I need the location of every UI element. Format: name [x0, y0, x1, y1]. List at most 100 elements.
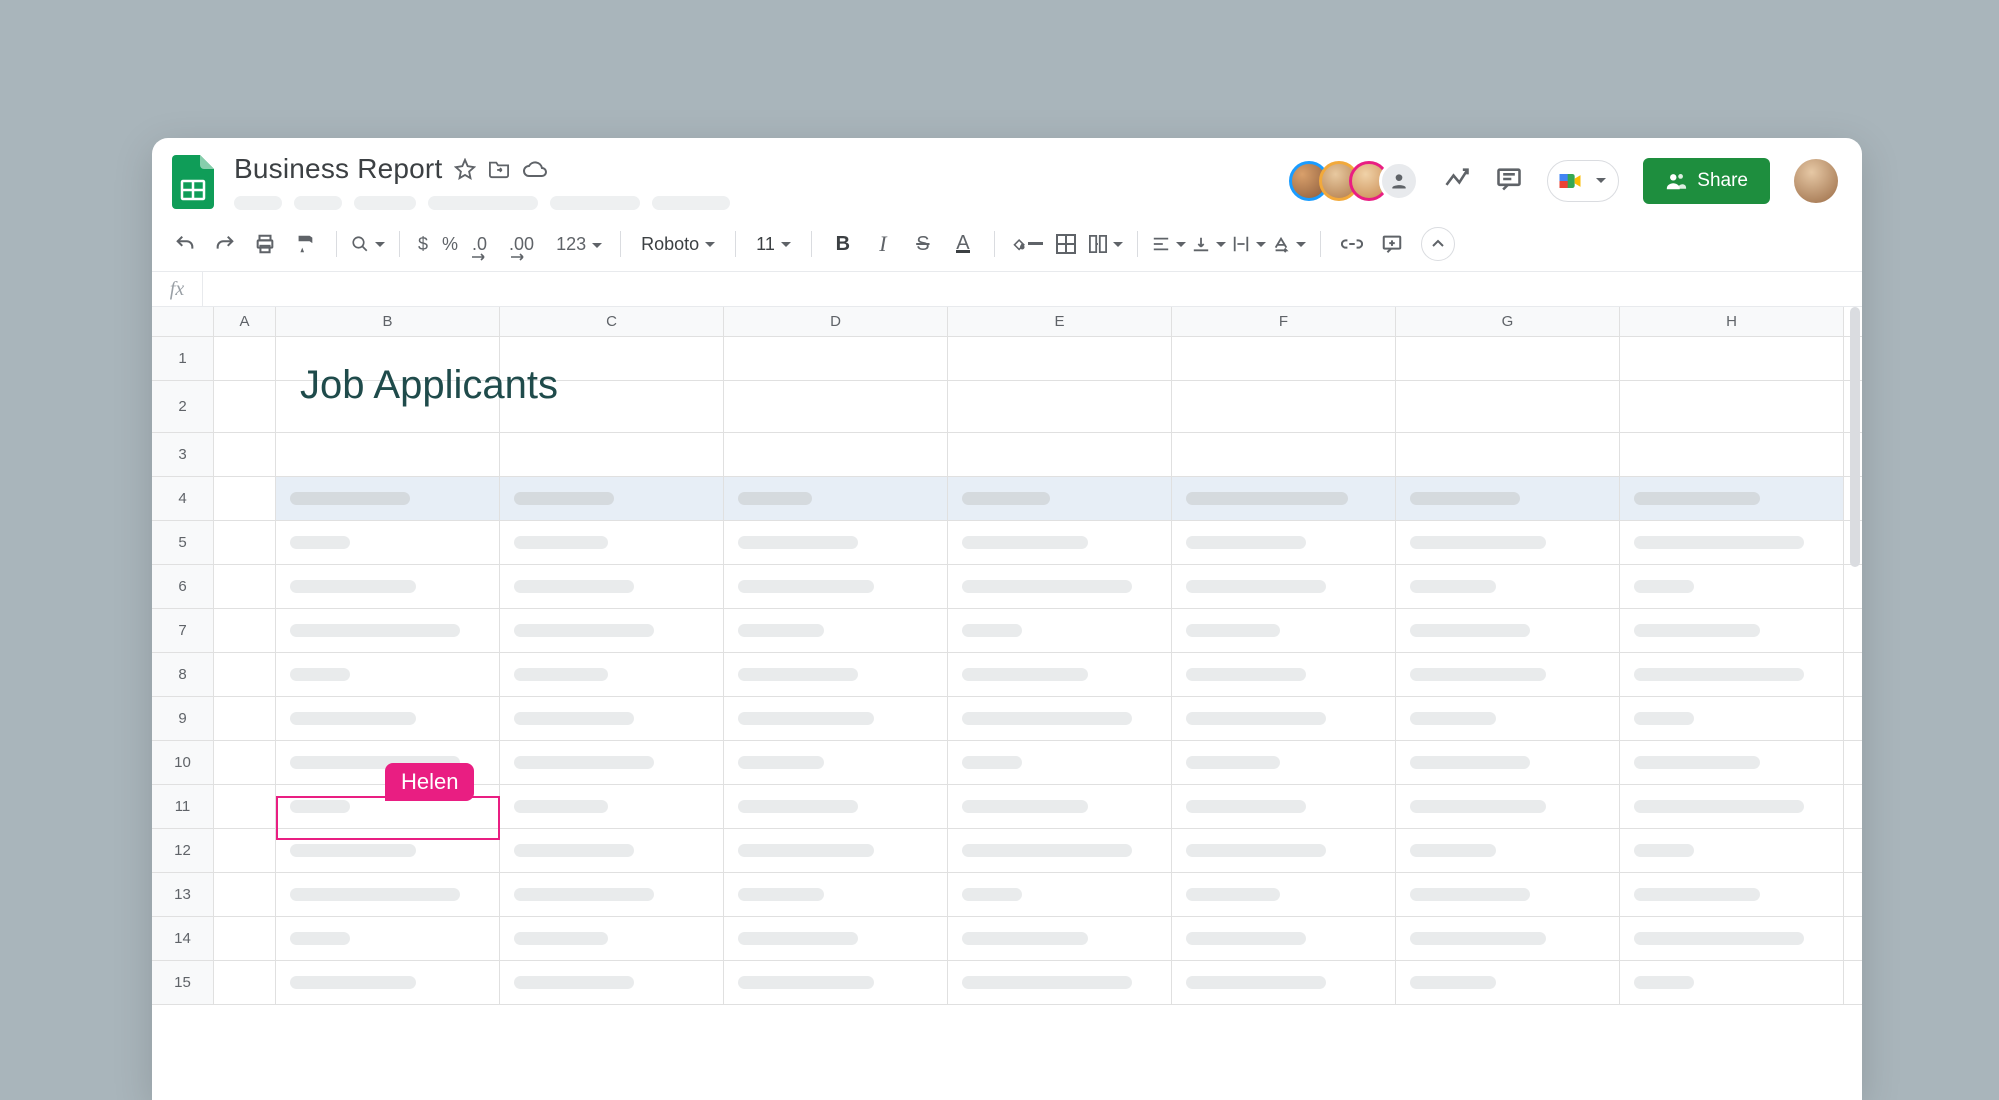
- cell[interactable]: [276, 961, 500, 1004]
- cell[interactable]: [1396, 381, 1620, 432]
- grid-row[interactable]: 15: [152, 961, 1862, 1005]
- cell[interactable]: [1172, 337, 1396, 380]
- decrease-decimal-button[interactable]: .0: [468, 234, 491, 255]
- menu-item[interactable]: [550, 196, 640, 210]
- cell[interactable]: [1396, 653, 1620, 696]
- activity-icon[interactable]: [1443, 165, 1471, 198]
- cell[interactable]: [214, 609, 276, 652]
- cell[interactable]: [948, 917, 1172, 960]
- currency-format-button[interactable]: $: [414, 234, 432, 255]
- cell[interactable]: [1396, 477, 1620, 520]
- cell[interactable]: [1620, 477, 1844, 520]
- text-wrap-button[interactable]: [1232, 227, 1266, 261]
- row-header[interactable]: 12: [152, 829, 214, 872]
- grid-row[interactable]: 7: [152, 609, 1862, 653]
- cell[interactable]: [214, 829, 276, 872]
- cell[interactable]: [1172, 381, 1396, 432]
- row-header[interactable]: 9: [152, 697, 214, 740]
- grid-row[interactable]: 12: [152, 829, 1862, 873]
- grid-row[interactable]: 10: [152, 741, 1862, 785]
- cell[interactable]: [276, 565, 500, 608]
- cell[interactable]: [214, 785, 276, 828]
- number-format-button[interactable]: 123: [552, 234, 606, 255]
- cell[interactable]: [1620, 873, 1844, 916]
- cell[interactable]: [724, 785, 948, 828]
- cell[interactable]: [948, 433, 1172, 476]
- cell[interactable]: [214, 337, 276, 380]
- column-header[interactable]: F: [1172, 307, 1396, 336]
- cell[interactable]: [724, 433, 948, 476]
- cell[interactable]: [500, 785, 724, 828]
- cell[interactable]: [276, 521, 500, 564]
- cell[interactable]: [948, 337, 1172, 380]
- select-all-corner[interactable]: [152, 307, 214, 336]
- cell[interactable]: [948, 785, 1172, 828]
- cell[interactable]: [214, 653, 276, 696]
- profile-avatar[interactable]: [1794, 159, 1838, 203]
- cell[interactable]: [276, 917, 500, 960]
- cell[interactable]: [500, 917, 724, 960]
- cell[interactable]: [276, 433, 500, 476]
- column-header[interactable]: B: [276, 307, 500, 336]
- row-header[interactable]: 11: [152, 785, 214, 828]
- column-header[interactable]: H: [1620, 307, 1844, 336]
- row-header[interactable]: 3: [152, 433, 214, 476]
- cell[interactable]: [948, 609, 1172, 652]
- menu-bar[interactable]: [234, 186, 1271, 210]
- cell[interactable]: [1396, 609, 1620, 652]
- cell[interactable]: [948, 381, 1172, 432]
- cell[interactable]: [1396, 741, 1620, 784]
- cell[interactable]: [214, 741, 276, 784]
- cell[interactable]: [724, 337, 948, 380]
- collaborator-avatars[interactable]: [1289, 161, 1419, 201]
- collapse-toolbar-button[interactable]: [1421, 227, 1455, 261]
- row-header[interactable]: 1: [152, 337, 214, 380]
- cell[interactable]: [1172, 785, 1396, 828]
- cell[interactable]: [948, 653, 1172, 696]
- italic-button[interactable]: I: [866, 227, 900, 261]
- cell[interactable]: [1620, 337, 1844, 380]
- zoom-button[interactable]: [351, 227, 385, 261]
- cell[interactable]: [724, 609, 948, 652]
- cell[interactable]: [724, 961, 948, 1004]
- cell[interactable]: [214, 873, 276, 916]
- menu-item[interactable]: [428, 196, 538, 210]
- fill-color-button[interactable]: [1009, 227, 1043, 261]
- cell[interactable]: [1620, 697, 1844, 740]
- cloud-saved-icon[interactable]: [522, 159, 548, 179]
- cell[interactable]: [948, 477, 1172, 520]
- strikethrough-button[interactable]: S: [906, 227, 940, 261]
- cell[interactable]: [500, 961, 724, 1004]
- row-header[interactable]: 5: [152, 521, 214, 564]
- cell[interactable]: [276, 697, 500, 740]
- insert-comment-button[interactable]: [1375, 227, 1409, 261]
- cell[interactable]: [1396, 873, 1620, 916]
- menu-item[interactable]: [294, 196, 342, 210]
- cell[interactable]: [1620, 785, 1844, 828]
- cell[interactable]: [276, 829, 500, 872]
- cell[interactable]: [1172, 653, 1396, 696]
- cell[interactable]: [1172, 565, 1396, 608]
- cell[interactable]: [214, 477, 276, 520]
- cell[interactable]: [500, 829, 724, 872]
- menu-item[interactable]: [652, 196, 730, 210]
- cell[interactable]: [1620, 565, 1844, 608]
- cell[interactable]: [500, 521, 724, 564]
- cell[interactable]: [1620, 653, 1844, 696]
- cell[interactable]: [1396, 337, 1620, 380]
- cell[interactable]: [214, 697, 276, 740]
- text-rotation-button[interactable]: [1272, 227, 1306, 261]
- cell[interactable]: [1172, 433, 1396, 476]
- move-folder-icon[interactable]: [488, 159, 510, 179]
- cell[interactable]: [214, 565, 276, 608]
- fx-icon[interactable]: fx: [152, 278, 202, 301]
- grid-row[interactable]: 13: [152, 873, 1862, 917]
- cell[interactable]: [500, 697, 724, 740]
- grid-row[interactable]: 8: [152, 653, 1862, 697]
- anonymous-collaborator-icon[interactable]: [1379, 161, 1419, 201]
- row-header[interactable]: 7: [152, 609, 214, 652]
- font-size-select[interactable]: 11: [750, 234, 797, 255]
- cell[interactable]: [1172, 873, 1396, 916]
- cell[interactable]: [724, 829, 948, 872]
- cell[interactable]: [1620, 961, 1844, 1004]
